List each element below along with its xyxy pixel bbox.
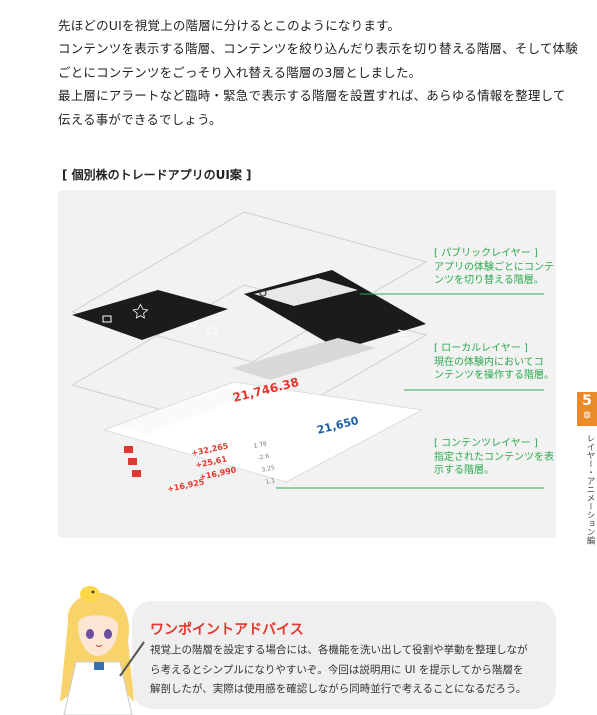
advice-line: ら考えるとシンプルになりやすいぞ。今回は説明用に UI を提示してから階層を [150, 663, 524, 676]
mascot-chick-eye [91, 590, 95, 594]
annotation-public-layer: [ パブリックレイヤー ] アプリの体験ごとにコンテ ンツを切り替える階層。 [434, 247, 554, 288]
annotation-line: ンテンツを操作する階層。 [434, 370, 554, 381]
annotation-line: ンツを切り替える階層。 [434, 275, 544, 286]
advice-line: 解剖したが、実際は使用感を確認しながら同時並行で考えることになるだろう。 [150, 683, 527, 695]
chapter-number: 5 [582, 393, 592, 409]
annotation-title: [ ローカルレイヤー ] [434, 343, 528, 354]
annotation-title: [ コンテンツレイヤー ] [434, 438, 538, 449]
list-icon [207, 327, 217, 335]
chapter-tab: 5 章 [577, 392, 597, 426]
row-price-4: +16,925 [167, 477, 206, 494]
row-badge-1 [124, 446, 133, 453]
annotation-line: 示する階層。 [434, 465, 494, 476]
intro-line: ごとにコンテンツをごっそり入れ替える階層の3層としました。 [58, 64, 422, 80]
bottom-tab-bar [72, 290, 228, 340]
intro-line: 先ほどのUIを視覚上の階層に分けるとこのようになります。 [58, 18, 401, 33]
mascot-illustration [60, 586, 145, 715]
layer-diagram: 21,746.38 21,650 +32,265 +25,61 +16,990 … [58, 190, 556, 538]
annotation-line: アプリの体験ごとにコンテ [434, 261, 554, 273]
intro-line: コンテンツを表示する階層、コンテンツを絞り込んだり表示を切り替える階層、そして体… [58, 41, 578, 57]
intro-line: 最上層にアラートなど臨時・緊急で表示する階層を設置すれば、あらゆる情報を整理して [58, 88, 566, 104]
intro-text: 先ほどのUIを視覚上の階層に分けるとこのようになります。 コンテンツを表示する階… [58, 14, 578, 131]
intro-line: 伝える事ができるでしょう。 [58, 111, 222, 127]
row-badge-2 [128, 458, 137, 465]
advice-body: 視覚上の階層を設定する場合には、各機能を洗い出して役割や挙動を整理しなが ら考え… [150, 641, 550, 700]
annotation-local-layer: [ ローカルレイヤー ] 現在の体験内においてコ ンテンツを操作する階層。 [434, 342, 554, 383]
chapter-title: レイヤー・アニメーション編 [585, 434, 595, 545]
chapter-label: 章 [583, 411, 591, 420]
mascot-ribbon [94, 662, 104, 670]
advice-line: 視覚上の階層を設定する場合には、各機能を洗い出して役割や挙動を整理しなが [150, 644, 528, 656]
mascot-eye-left [86, 629, 94, 639]
figure-caption: [ 個別株のトレードアプリのUI案 ] [62, 168, 252, 182]
annotation-line: 現在の体験内においてコ [434, 356, 544, 368]
row-badge-3 [132, 470, 141, 477]
row-change-4: 1.1 [265, 477, 276, 486]
annotation-title: [ パブリックレイヤー ] [434, 248, 538, 259]
advice-title: ワンポイントアドバイス [150, 622, 304, 638]
mascot-eye-right [104, 629, 112, 639]
mascot-chick [80, 586, 100, 602]
annotation-line: 指定されたコンテンツを表 [434, 451, 554, 463]
annotation-content-layer: [ コンテンツレイヤー ] 指定されたコンテンツを表 示する階層。 [434, 437, 554, 478]
local-filter-strip [232, 338, 376, 380]
